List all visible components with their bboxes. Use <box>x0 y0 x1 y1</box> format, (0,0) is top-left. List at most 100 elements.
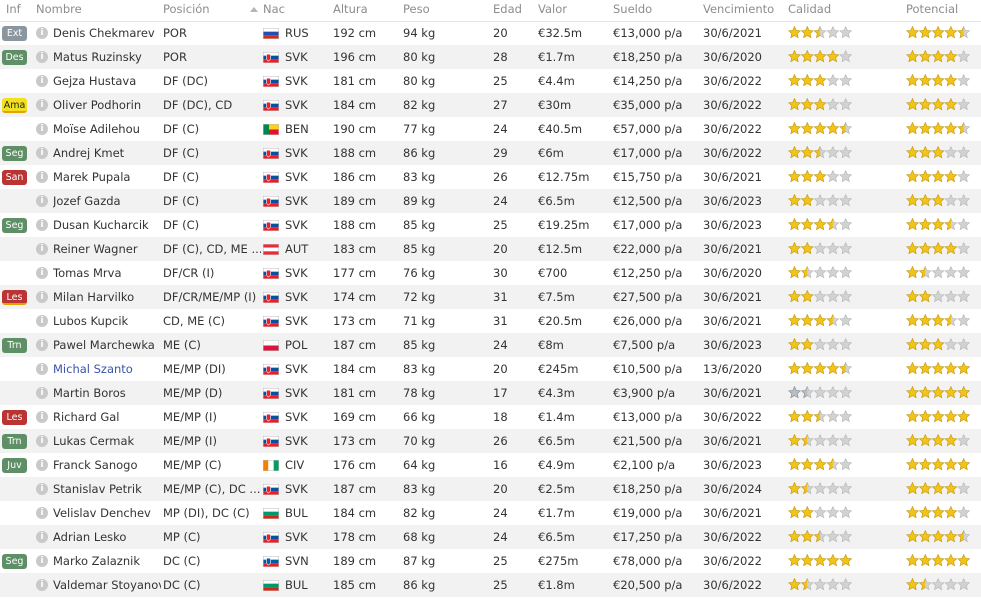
info-badge[interactable]: Seg <box>2 554 27 569</box>
table-row[interactable]: i Velislav Denchev MP (DI), DC (C) BUL 184 c… <box>0 501 981 525</box>
cell-name[interactable]: Marko Zalaznik <box>53 549 161 573</box>
info-icon[interactable]: i <box>36 75 48 87</box>
table-row[interactable]: Trn i Pawel Marchewka ME (C) POL 187 cm 85 kg 2… <box>0 333 981 357</box>
cell-name[interactable]: Milan Harvilko <box>53 285 161 309</box>
info-badge[interactable]: Juv <box>2 458 27 473</box>
info-icon[interactable]: i <box>36 171 48 183</box>
info-icon[interactable]: i <box>36 387 48 399</box>
info-icon[interactable]: i <box>36 195 48 207</box>
cell-name[interactable]: Dusan Kucharcik <box>53 213 161 237</box>
table-row[interactable]: i Stanislav Petrik ME/MP (C), DC ... SVK 187… <box>0 477 981 501</box>
cell-weight: 77 kg <box>403 122 436 136</box>
info-badge[interactable]: Les <box>2 410 27 425</box>
col-name[interactable]: Nombre <box>36 0 82 21</box>
table-row[interactable]: Seg i Marko Zalaznik DC (C) SVN 189 cm 87 kg 25… <box>0 549 981 573</box>
info-icon[interactable]: i <box>36 459 48 471</box>
col-wage[interactable]: Sueldo <box>613 0 652 21</box>
cell-name[interactable]: Reiner Wagner <box>53 237 161 261</box>
col-expires[interactable]: Vencimiento <box>703 0 774 21</box>
cell-name[interactable]: Pawel Marchewka <box>53 333 161 357</box>
col-position[interactable]: Posición <box>163 0 210 21</box>
cell-name[interactable]: Oliver Podhorin <box>53 93 161 117</box>
info-icon[interactable]: i <box>36 27 48 39</box>
info-icon[interactable]: i <box>36 51 48 63</box>
cell-name[interactable]: Richard Gal <box>53 405 161 429</box>
table-row[interactable]: Trn i Lukas Cermak ME/MP (I) SVK 173 cm 70 kg 2… <box>0 429 981 453</box>
table-row[interactable]: Seg i Dusan Kucharcik DF (C) SVK 188 cm 85 kg 2… <box>0 213 981 237</box>
cell-name[interactable]: Martin Boros <box>53 381 161 405</box>
info-icon[interactable]: i <box>36 219 48 231</box>
info-badge[interactable]: Des <box>2 50 27 65</box>
cell-name[interactable]: Lubos Kupcik <box>53 309 161 333</box>
table-row[interactable]: Des i Matus Ruzinsky POR SVK 196 cm 80 kg 28 €1.… <box>0 45 981 69</box>
table-row[interactable]: Seg i Andrej Kmet DF (C) SVK 188 cm 86 kg 29 €6m… <box>0 141 981 165</box>
info-icon[interactable]: i <box>36 243 48 255</box>
info-icon[interactable]: i <box>36 123 48 135</box>
table-row[interactable]: i Valdemar Stoyanov DC (C) BUL 185 cm 86 kg 25… <box>0 573 981 597</box>
info-icon[interactable]: i <box>36 411 48 423</box>
table-row[interactable]: Les i Milan Harvilko DF/CR/ME/MP (I) SVK 174 … <box>0 285 981 309</box>
cell-name[interactable]: Matus Ruzinsky <box>53 45 161 69</box>
cell-name[interactable]: Lukas Cermak <box>53 429 161 453</box>
cell-name[interactable]: Franck Sanogo <box>53 453 161 477</box>
cell-name[interactable]: Stanislav Petrik <box>53 477 161 501</box>
info-icon[interactable]: i <box>36 579 48 591</box>
info-icon[interactable]: i <box>36 267 48 279</box>
table-row[interactable]: i Gejza Hustava DF (DC) SVK 181 cm 80 kg 25 €4.… <box>0 69 981 93</box>
info-badge[interactable]: Seg <box>2 146 27 161</box>
cell-name[interactable]: Moïse Adilehou <box>53 117 161 141</box>
table-row[interactable]: i Tomas Mrva DF/CR (I) SVK 177 cm 76 kg 30 €700… <box>0 261 981 285</box>
cell-name[interactable]: Marek Pupala <box>53 165 161 189</box>
info-badge[interactable]: Ext <box>2 26 27 41</box>
info-icon[interactable]: i <box>36 507 48 519</box>
col-nationality[interactable]: Nac <box>263 0 285 21</box>
info-badge[interactable]: Trn <box>2 434 27 449</box>
table-row[interactable]: i Moïse Adilehou DF (C) BEN 190 cm 77 kg 24 €40… <box>0 117 981 141</box>
table-row[interactable]: i Reiner Wagner DF (C), CD, ME ... AUT 183 c… <box>0 237 981 261</box>
info-icon[interactable]: i <box>36 363 48 375</box>
cell-name[interactable]: Michal Szanto <box>53 357 161 381</box>
table-row[interactable]: Juv i Franck Sanogo ME/MP (C) CIV 176 cm 64 kg… <box>0 453 981 477</box>
table-row[interactable]: Ext i Denis Chekmarev POR RUS 192 cm 94 kg 20 €3… <box>0 21 981 45</box>
col-inf[interactable]: Inf <box>6 0 21 21</box>
cell-name[interactable]: Velislav Denchev <box>53 501 161 525</box>
table-row[interactable]: Ama i Oliver Podhorin DF (DC), CD SVK 184 cm 8… <box>0 93 981 117</box>
info-icon[interactable]: i <box>36 147 48 159</box>
info-badge[interactable]: Ama <box>2 98 27 113</box>
col-height[interactable]: Altura <box>333 0 368 21</box>
table-row[interactable]: Les i Richard Gal ME/MP (I) SVK 169 cm 66 kg 18… <box>0 405 981 429</box>
cell-height: 178 cm <box>333 530 377 544</box>
cell-name[interactable]: Valdemar Stoyanov <box>53 573 161 597</box>
info-icon[interactable]: i <box>36 531 48 543</box>
potential-stars-icon <box>906 122 970 136</box>
info-badge[interactable]: Les <box>2 290 27 305</box>
col-age[interactable]: Edad <box>493 0 522 21</box>
table-row[interactable]: i Adrian Lesko MP (C) SVK 178 cm 68 kg 24 €6.5m… <box>0 525 981 549</box>
info-icon[interactable]: i <box>36 339 48 351</box>
info-icon[interactable]: i <box>36 315 48 327</box>
info-badge[interactable]: Trn <box>2 338 27 353</box>
info-icon[interactable]: i <box>36 555 48 567</box>
table-row[interactable]: i Michal Szanto ME/MP (DI) SVK 184 cm 83 kg 20… <box>0 357 981 381</box>
info-icon[interactable]: i <box>36 483 48 495</box>
cell-name[interactable]: Denis Chekmarev <box>53 21 161 45</box>
cell-name[interactable]: Jozef Gazda <box>53 189 161 213</box>
table-row[interactable]: i Lubos Kupcik CD, ME (C) SVK 173 cm 71 kg 31 €… <box>0 309 981 333</box>
info-icon[interactable]: i <box>36 99 48 111</box>
table-row[interactable]: San i Marek Pupala DF (C) SVK 186 cm 83 kg 26 €1… <box>0 165 981 189</box>
cell-name[interactable]: Gejza Hustava <box>53 69 161 93</box>
cell-name[interactable]: Adrian Lesko <box>53 525 161 549</box>
info-badge[interactable]: Seg <box>2 218 27 233</box>
col-weight[interactable]: Peso <box>403 0 430 21</box>
info-icon[interactable]: i <box>36 291 48 303</box>
info-badge[interactable]: San <box>2 170 27 185</box>
cell-name[interactable]: Tomas Mrva <box>53 261 161 285</box>
cell-name[interactable]: Andrej Kmet <box>53 141 161 165</box>
info-icon[interactable]: i <box>36 435 48 447</box>
cell-pos: ME/MP (DI) <box>163 362 226 376</box>
col-value[interactable]: Valor <box>538 0 567 21</box>
col-potential[interactable]: Potencial <box>906 0 958 21</box>
table-row[interactable]: i Jozef Gazda DF (C) SVK 189 cm 89 kg 24 €6.5m €… <box>0 189 981 213</box>
table-row[interactable]: i Martin Boros ME/MP (D) SVK 181 cm 78 kg 17 €4… <box>0 381 981 405</box>
col-quality[interactable]: Calidad <box>788 0 831 21</box>
